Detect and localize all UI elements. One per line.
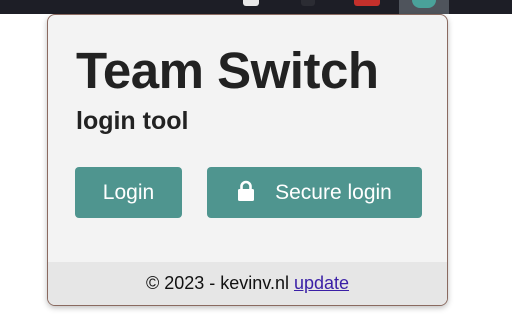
update-link[interactable]: update xyxy=(294,273,349,294)
login-button-label: Login xyxy=(102,180,155,204)
secure-login-button[interactable]: Secure login xyxy=(207,167,422,218)
extension-icon[interactable] xyxy=(301,0,315,6)
team-switch-extension-icon xyxy=(412,0,436,8)
extension-icon[interactable] xyxy=(243,0,259,6)
popup-subtitle: login tool xyxy=(76,107,189,135)
popup-footer: © 2023 - kevinv.nl update xyxy=(48,262,447,305)
extension-icon[interactable] xyxy=(354,0,380,6)
extension-popup: Team Switch login tool Login Secure logi… xyxy=(47,14,448,306)
popup-title: Team Switch xyxy=(76,42,379,99)
team-switch-extension-button[interactable] xyxy=(399,0,449,14)
copyright-text: © 2023 - kevinv.nl xyxy=(145,273,289,293)
lock-icon xyxy=(238,180,255,201)
login-button[interactable]: Login xyxy=(75,167,182,218)
browser-toolbar xyxy=(0,0,512,14)
secure-login-button-label: Secure login xyxy=(275,180,392,204)
